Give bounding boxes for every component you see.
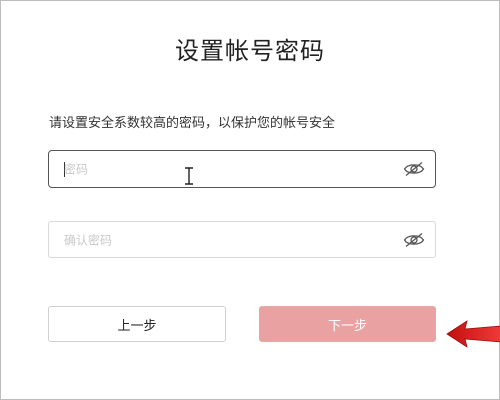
confirm-password-field[interactable]: 确认密码: [48, 221, 436, 258]
eye-off-icon[interactable]: [403, 161, 425, 177]
dialog-panel: 设置帐号密码 请设置安全系数较高的密码，以保护您的帐号安全 密码 确认密码 上一…: [0, 0, 500, 400]
next-step-button[interactable]: 下一步: [259, 306, 436, 342]
password-placeholder: 密码: [64, 162, 89, 177]
eye-off-icon[interactable]: [403, 232, 425, 248]
password-field[interactable]: 密码: [48, 150, 436, 188]
annotation-arrow-icon: [446, 320, 500, 348]
text-cursor-icon: [185, 167, 193, 185]
previous-step-button[interactable]: 上一步: [48, 306, 226, 342]
page-title: 设置帐号密码: [175, 37, 325, 65]
confirm-password-placeholder: 确认密码: [64, 233, 113, 247]
page-subtitle: 请设置安全系数较高的密码，以保护您的帐号安全: [49, 116, 336, 131]
